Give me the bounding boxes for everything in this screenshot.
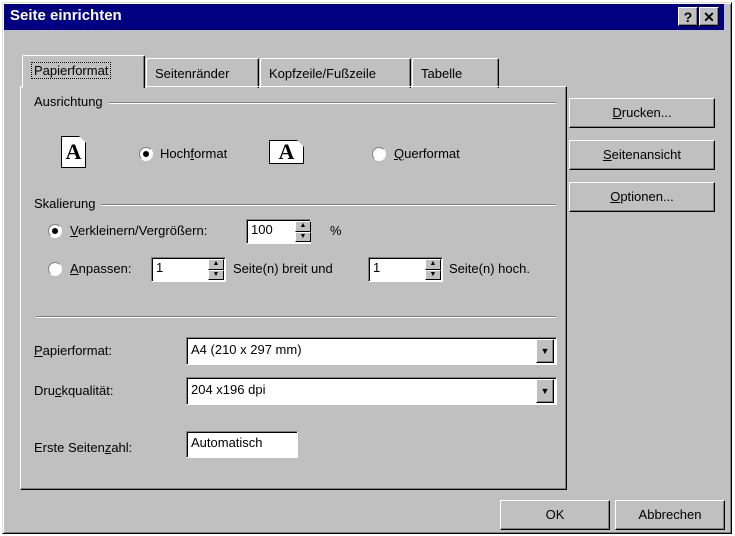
spin-up-icon[interactable]: ▲ [208, 259, 224, 270]
reduce-enlarge-spinner[interactable]: ▲ ▼ [295, 221, 311, 242]
scaling-divider [36, 204, 556, 206]
landscape-label[interactable]: Querformat [394, 146, 460, 161]
window-title: Seite einrichten [10, 7, 122, 24]
title-bar: Seite einrichten ? ✕ [4, 4, 724, 30]
tab-papierformat[interactable]: Papierformat [22, 55, 145, 88]
fit-wide-spinner[interactable]: ▲ ▼ [208, 259, 224, 280]
first-page-number-input[interactable]: Automatisch [186, 431, 298, 458]
spin-down-icon[interactable]: ▼ [208, 269, 224, 280]
fit-tall-spinner[interactable]: ▲ ▼ [425, 259, 441, 280]
spin-down-icon[interactable]: ▼ [425, 269, 441, 280]
portrait-page-icon: A [61, 136, 86, 168]
tab-tabelle[interactable]: Tabelle [412, 58, 499, 88]
landscape-radio[interactable] [372, 147, 386, 161]
options-button[interactable]: Optionen... [569, 182, 715, 212]
tab-seitenraender[interactable]: Seitenränder [146, 58, 259, 88]
fit-tall-label: Seite(n) hoch. [449, 261, 530, 276]
ok-button[interactable]: OK [500, 500, 610, 530]
spin-down-icon[interactable]: ▼ [295, 231, 311, 242]
tab-kopfzeile-fusszeile[interactable]: Kopfzeile/Fußzeile [260, 58, 411, 88]
first-page-number-label: Erste Seitenzahl: [34, 440, 133, 455]
print-button[interactable]: Drucken... [569, 98, 715, 128]
portrait-label[interactable]: Hochformat [160, 146, 227, 161]
paper-divider [36, 316, 556, 318]
scaling-group-label: Skalierung [34, 196, 102, 211]
paper-size-dropdown-icon[interactable]: ▼ [536, 339, 554, 363]
portrait-radio[interactable] [139, 147, 153, 161]
print-quality-select[interactable]: 204 x196 dpi [186, 377, 557, 405]
fit-to-label[interactable]: Anpassen: [70, 261, 131, 276]
percent-label: % [330, 223, 342, 238]
spin-up-icon[interactable]: ▲ [295, 221, 311, 232]
close-button[interactable]: ✕ [699, 7, 719, 26]
spin-up-icon[interactable]: ▲ [425, 259, 441, 270]
paper-size-select[interactable]: A4 (210 x 297 mm) [186, 337, 557, 365]
cancel-button[interactable]: Abbrechen [615, 500, 725, 530]
fit-to-radio[interactable] [48, 262, 62, 276]
orientation-divider [36, 102, 556, 104]
orientation-group-label: Ausrichtung [34, 94, 109, 109]
paper-size-label: Papierformat: [34, 343, 113, 358]
help-button[interactable]: ? [678, 7, 698, 26]
landscape-page-icon: A [269, 140, 304, 164]
reduce-enlarge-label[interactable]: Verkleinern/Vergrößern: [70, 223, 207, 238]
print-preview-button[interactable]: Seitenansicht [569, 140, 715, 170]
print-quality-dropdown-icon[interactable]: ▼ [536, 379, 554, 403]
print-quality-label: Druckqualität: [34, 383, 114, 398]
reduce-enlarge-radio[interactable] [48, 224, 62, 238]
fit-wide-label: Seite(n) breit und [233, 261, 333, 276]
